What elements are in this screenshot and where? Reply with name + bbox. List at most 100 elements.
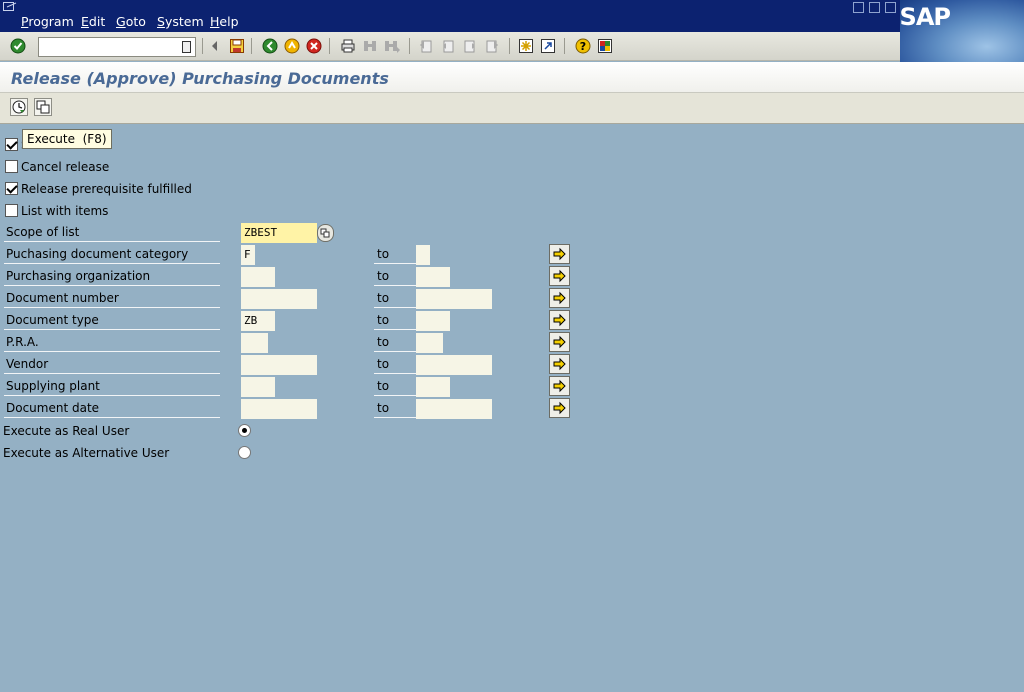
- list-with-items-label: List with items: [21, 204, 109, 218]
- vendor-from-input[interactable]: [241, 355, 317, 375]
- multiple-selection-arrow-icon: [553, 335, 566, 349]
- purchasing-org-to-label: to: [374, 267, 416, 286]
- command-field[interactable]: [38, 37, 196, 57]
- execute-alternative-user-radio[interactable]: [238, 446, 251, 459]
- print-icon[interactable]: [340, 38, 356, 54]
- list-with-items-checkbox[interactable]: [5, 204, 18, 217]
- help-icon[interactable]: ?: [575, 38, 591, 54]
- release-prerequisite-label: Release prerequisite fulfilled: [21, 182, 192, 196]
- scope-value-help-button[interactable]: [317, 224, 334, 242]
- menu-system[interactable]: System: [157, 14, 204, 29]
- menu-goto[interactable]: Goto: [116, 14, 146, 29]
- back-icon[interactable]: [207, 38, 223, 54]
- menu-bar: Program Edit Goto System Help SAP: [0, 0, 1024, 62]
- document-type-multiple-selection-button[interactable]: [549, 310, 570, 330]
- doc-category-to-input[interactable]: [416, 245, 430, 265]
- scope-of-list-input[interactable]: ZBEST: [241, 223, 317, 243]
- application-toolbar: [0, 93, 1024, 124]
- document-type-from-input[interactable]: ZB: [241, 311, 275, 331]
- release-prerequisite-checkbox[interactable]: [5, 182, 18, 195]
- menu-edit[interactable]: Edit: [81, 14, 105, 29]
- find-next-icon: [385, 41, 400, 53]
- multiple-selection-arrow-icon: [553, 379, 566, 393]
- save-icon[interactable]: [229, 38, 245, 54]
- document-date-to-input[interactable]: [416, 399, 492, 419]
- pra-to-label: to: [374, 333, 416, 352]
- doc-category-to-label: to: [374, 245, 416, 264]
- document-date-from-input[interactable]: [241, 399, 317, 419]
- restore-icon[interactable]: [869, 2, 880, 13]
- document-date-label: Document date: [4, 399, 220, 418]
- customize-layout-icon[interactable]: [597, 38, 613, 54]
- purchasing-org-to-input[interactable]: [416, 267, 450, 287]
- value-help-icon: [320, 228, 330, 238]
- svg-text:?: ?: [580, 40, 586, 53]
- toolbar-separator: [564, 38, 565, 54]
- pra-multiple-selection-button[interactable]: [549, 332, 570, 352]
- supplying-plant-to-label: to: [374, 377, 416, 396]
- pra-to-input[interactable]: [416, 333, 443, 353]
- document-number-label: Document number: [4, 289, 220, 308]
- doc-category-from-input[interactable]: F: [241, 245, 255, 265]
- supplying-plant-label: Supplying plant: [4, 377, 220, 396]
- vendor-multiple-selection-button[interactable]: [549, 354, 570, 374]
- purchasing-org-multiple-selection-button[interactable]: [549, 266, 570, 286]
- supplying-plant-to-input[interactable]: [416, 377, 450, 397]
- document-number-to-input[interactable]: [416, 289, 492, 309]
- shortcut-icon[interactable]: [540, 38, 556, 54]
- vendor-label: Vendor: [4, 355, 220, 374]
- sap-logo: SAP: [899, 3, 951, 31]
- document-type-to-label: to: [374, 311, 416, 330]
- toolbar-separator: [509, 38, 510, 54]
- execute-real-user-radio[interactable]: [238, 424, 251, 437]
- pra-from-input[interactable]: [241, 333, 268, 353]
- doc-category-label: Puchasing document category: [4, 245, 220, 264]
- document-date-to-label: to: [374, 399, 416, 418]
- menu-program[interactable]: Program: [21, 14, 74, 29]
- document-number-to-label: to: [374, 289, 416, 308]
- back-green-icon[interactable]: [262, 38, 278, 54]
- create-session-icon[interactable]: [518, 38, 534, 54]
- multiple-selection-arrow-icon: [553, 401, 566, 415]
- page-title: Release (Approve) Purchasing Documents: [11, 69, 389, 88]
- close-window-icon[interactable]: [885, 2, 896, 13]
- document-type-to-input[interactable]: [416, 311, 450, 331]
- execute-button[interactable]: [10, 98, 28, 116]
- document-type-label: Document type: [4, 311, 220, 330]
- multiple-selection-arrow-icon: [553, 313, 566, 327]
- supplying-plant-from-input[interactable]: [241, 377, 275, 397]
- exit-icon[interactable]: [284, 38, 300, 54]
- get-variant-icon: [36, 100, 50, 114]
- get-variant-button[interactable]: [34, 98, 52, 116]
- enter-icon[interactable]: [10, 38, 26, 54]
- cancel-release-label: Cancel release: [21, 160, 110, 174]
- execute-alternative-user-label: Execute as Alternative User: [3, 446, 170, 460]
- set-release-checkbox[interactable]: [5, 138, 18, 151]
- cancel-icon[interactable]: [306, 38, 322, 54]
- supplying-plant-multiple-selection-button[interactable]: [549, 376, 570, 396]
- document-number-multiple-selection-button[interactable]: [549, 288, 570, 308]
- doc-category-multiple-selection-button[interactable]: [549, 244, 570, 264]
- scope-of-list-label: Scope of list: [4, 223, 220, 242]
- multiple-selection-arrow-icon: [553, 291, 566, 305]
- document-number-from-input[interactable]: [241, 289, 317, 309]
- multiple-selection-arrow-icon: [553, 269, 566, 283]
- toolbar-separator: [202, 38, 203, 54]
- find-icon: [364, 41, 376, 51]
- execute-tooltip: Execute (F8): [22, 129, 112, 149]
- purchasing-org-from-input[interactable]: [241, 267, 275, 287]
- toolbar-separator: [329, 38, 330, 54]
- execute-icon: [12, 100, 26, 114]
- minimize-icon[interactable]: [853, 2, 864, 13]
- last-page-icon: [486, 40, 498, 53]
- multiple-selection-arrow-icon: [553, 357, 566, 371]
- menu-help[interactable]: Help: [210, 14, 239, 29]
- system-menu-icon[interactable]: [3, 2, 17, 12]
- title-bar: Release (Approve) Purchasing Documents: [0, 62, 1024, 93]
- document-date-multiple-selection-button[interactable]: [549, 398, 570, 418]
- cancel-release-checkbox[interactable]: [5, 160, 18, 173]
- toolbar-separator: [409, 38, 410, 54]
- vendor-to-input[interactable]: [416, 355, 492, 375]
- previous-page-icon: [443, 40, 454, 53]
- command-history-icon[interactable]: [182, 41, 191, 53]
